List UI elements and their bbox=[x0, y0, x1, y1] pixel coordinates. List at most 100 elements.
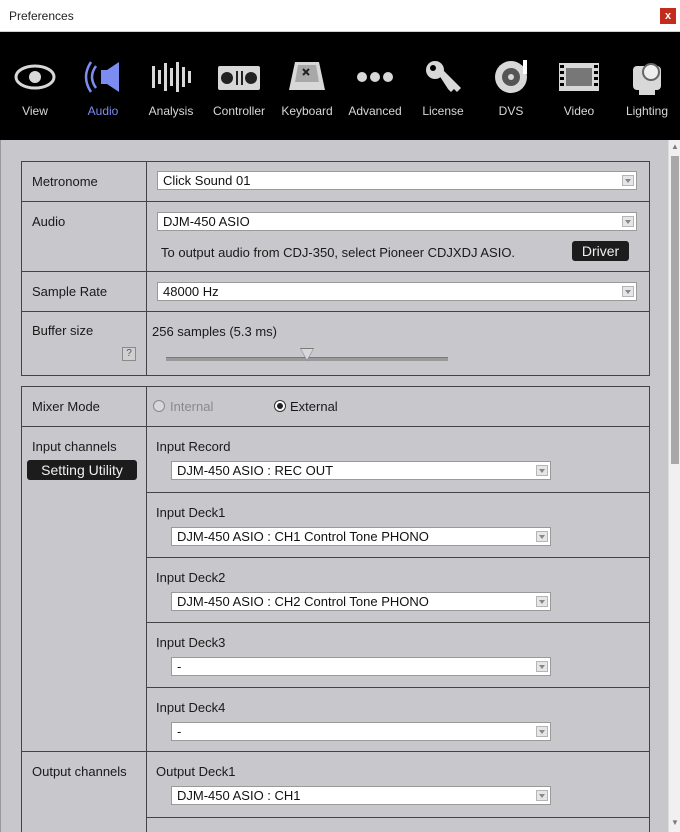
chevron-down-icon bbox=[536, 726, 548, 737]
input-deck2-value: DJM-450 ASIO : CH2 Control Tone PHONO bbox=[177, 594, 429, 609]
sample-rate-row: Sample Rate 48000 Hz bbox=[22, 271, 649, 311]
audio-device-select[interactable]: DJM-450 ASIO bbox=[157, 212, 637, 231]
close-button[interactable]: x bbox=[660, 8, 676, 24]
input-channels-label: Input channels bbox=[32, 439, 117, 454]
driver-button[interactable]: Driver bbox=[572, 241, 629, 261]
input-deck1-label: Input Deck1 bbox=[156, 505, 226, 520]
output-deck2-row-partial bbox=[147, 817, 649, 832]
external-radio-label: External bbox=[290, 399, 338, 414]
input-record-row: Input Record DJM-450 ASIO : REC OUT bbox=[147, 427, 649, 492]
input-deck4-label: Input Deck4 bbox=[156, 700, 226, 715]
external-radio[interactable] bbox=[274, 400, 286, 412]
radio-selected-dot bbox=[277, 403, 283, 409]
sample-rate-value: 48000 Hz bbox=[163, 284, 219, 299]
buffer-size-row: Buffer size ? 256 samples (5.3 ms) bbox=[22, 311, 649, 375]
tab-advanced[interactable]: Advanced bbox=[342, 58, 408, 128]
metronome-label: Metronome bbox=[32, 174, 98, 189]
tab-lighting[interactable]: Lighting bbox=[614, 58, 680, 128]
preferences-toolbar: View Audio Analysis Controller Keyboard … bbox=[0, 32, 680, 140]
tab-label: Analysis bbox=[148, 104, 194, 118]
chevron-down-icon bbox=[536, 661, 548, 672]
internal-radio[interactable] bbox=[153, 400, 165, 412]
setting-utility-button[interactable]: Setting Utility bbox=[27, 460, 137, 480]
input-deck4-value: - bbox=[177, 724, 182, 739]
key-icon bbox=[426, 61, 461, 92]
audio-settings-group: Metronome Click Sound 01 Audio DJM-450 A… bbox=[21, 161, 650, 376]
output-channels-row: Output channels Output Deck1 DJM-450 ASI… bbox=[22, 751, 649, 832]
output-deck1-select[interactable]: DJM-450 ASIO : CH1 bbox=[171, 786, 551, 805]
audio-settings-panel: Metronome Click Sound 01 Audio DJM-450 A… bbox=[0, 140, 668, 832]
tab-view[interactable]: View bbox=[2, 58, 68, 128]
turntable-icon bbox=[495, 60, 527, 93]
input-deck2-select[interactable]: DJM-450 ASIO : CH2 Control Tone PHONO bbox=[171, 592, 551, 611]
input-deck1-select[interactable]: DJM-450 ASIO : CH1 Control Tone PHONO bbox=[171, 527, 551, 546]
input-record-select[interactable]: DJM-450 ASIO : REC OUT bbox=[171, 461, 551, 480]
metronome-value: Click Sound 01 bbox=[163, 173, 251, 188]
waveform-icon bbox=[152, 62, 191, 92]
input-channels-row: Input channels Setting Utility Input Rec… bbox=[22, 426, 649, 751]
buffer-size-slider-handle[interactable] bbox=[301, 349, 313, 360]
metronome-select[interactable]: Click Sound 01 bbox=[157, 171, 637, 190]
mixer-channels-group: Mixer Mode Internal External Input chann… bbox=[21, 386, 650, 832]
label-cell: Buffer size ? bbox=[22, 312, 147, 375]
help-icon[interactable]: ? bbox=[122, 347, 136, 361]
tab-audio[interactable]: Audio bbox=[70, 58, 136, 128]
chevron-down-icon bbox=[622, 175, 634, 186]
sample-rate-select[interactable]: 48000 Hz bbox=[157, 282, 637, 301]
vertical-scrollbar[interactable]: ▲ ▼ bbox=[668, 140, 680, 832]
scrollbar-thumb[interactable] bbox=[671, 156, 679, 464]
input-deck3-select[interactable]: - bbox=[171, 657, 551, 676]
tab-video[interactable]: Video bbox=[546, 58, 612, 128]
input-deck1-row: Input Deck1 DJM-450 ASIO : CH1 Control T… bbox=[147, 492, 649, 557]
label-cell: Input channels Setting Utility bbox=[22, 427, 147, 751]
input-deck2-label: Input Deck2 bbox=[156, 570, 226, 585]
output-deck1-row: Output Deck1 DJM-450 ASIO : CH1 bbox=[147, 752, 649, 817]
tab-controller[interactable]: Controller bbox=[206, 58, 272, 128]
eye-icon bbox=[14, 64, 56, 90]
output-channels-label: Output channels bbox=[32, 764, 127, 779]
chevron-down-icon bbox=[536, 596, 548, 607]
input-deck3-label: Input Deck3 bbox=[156, 635, 226, 650]
label-cell: Sample Rate bbox=[22, 272, 147, 311]
dots-icon bbox=[357, 72, 393, 82]
tab-label: Advanced bbox=[348, 104, 402, 118]
tab-dvs[interactable]: DVS bbox=[478, 58, 544, 128]
film-icon bbox=[559, 63, 599, 91]
internal-radio-label: Internal bbox=[170, 399, 214, 414]
input-record-label: Input Record bbox=[156, 439, 231, 454]
tab-keyboard[interactable]: Keyboard bbox=[274, 58, 340, 128]
keyboard-key-icon bbox=[289, 62, 325, 90]
audio-label: Audio bbox=[32, 214, 66, 229]
label-cell: Metronome bbox=[22, 162, 147, 201]
audio-hint-text: To output audio from CDJ-350, select Pio… bbox=[161, 245, 516, 260]
tab-label: DVS bbox=[498, 104, 524, 118]
input-deck3-row: Input Deck3 - bbox=[147, 622, 649, 687]
scroll-down-arrow-icon[interactable]: ▼ bbox=[670, 818, 680, 828]
chevron-down-icon bbox=[536, 531, 548, 542]
scroll-up-arrow-icon[interactable]: ▲ bbox=[670, 142, 680, 152]
mixer-mode-row: Mixer Mode Internal External bbox=[22, 387, 649, 426]
input-deck1-value: DJM-450 ASIO : CH1 Control Tone PHONO bbox=[177, 529, 429, 544]
input-deck4-select[interactable]: - bbox=[171, 722, 551, 741]
label-cell: Output channels bbox=[22, 752, 147, 832]
moving-head-light-icon bbox=[633, 63, 661, 95]
output-deck1-value: DJM-450 ASIO : CH1 bbox=[177, 788, 301, 803]
tab-label: View bbox=[22, 104, 48, 118]
input-record-value: DJM-450 ASIO : REC OUT bbox=[177, 463, 334, 478]
audio-device-value: DJM-450 ASIO bbox=[163, 214, 250, 229]
audio-row: Audio DJM-450 ASIO To output audio from … bbox=[22, 201, 649, 271]
tab-analysis[interactable]: Analysis bbox=[138, 58, 204, 128]
buffer-size-value: 256 samples (5.3 ms) bbox=[152, 324, 277, 339]
label-cell: Audio bbox=[22, 202, 147, 271]
title-bar: Preferences x bbox=[0, 0, 680, 32]
tab-label: License bbox=[422, 104, 464, 118]
tab-label: Lighting bbox=[625, 104, 669, 118]
input-deck3-value: - bbox=[177, 659, 182, 674]
mixer-mode-label: Mixer Mode bbox=[32, 399, 100, 414]
chevron-down-icon bbox=[622, 286, 634, 297]
sample-rate-label: Sample Rate bbox=[32, 284, 108, 299]
controller-icon bbox=[218, 66, 260, 90]
tab-label: Video bbox=[563, 104, 595, 118]
window-title: Preferences bbox=[9, 9, 74, 23]
tab-license[interactable]: License bbox=[410, 58, 476, 128]
